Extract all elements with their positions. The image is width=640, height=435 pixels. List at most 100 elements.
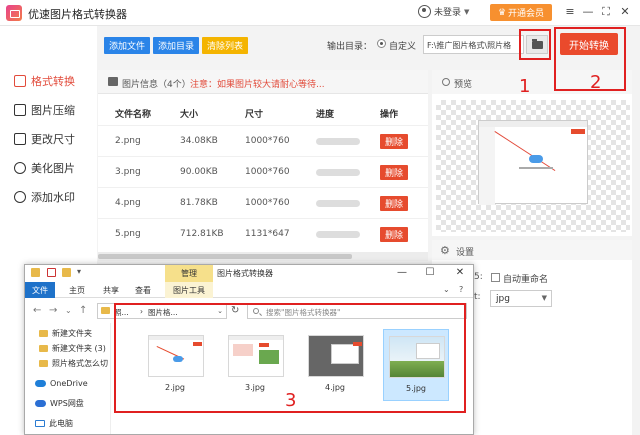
file-panel-notice: 注意：如果图片较大请耐心等待... bbox=[190, 80, 325, 90]
cell-size: 81.78KB bbox=[180, 198, 218, 208]
tab-file[interactable]: 文件 bbox=[25, 282, 55, 298]
output-format-select[interactable]: jpg ▼ bbox=[490, 290, 552, 307]
table-row[interactable]: 4.png 81.78KB 1000*760 删除 bbox=[98, 187, 428, 218]
nav-item-this-pc[interactable]: 此电脑 bbox=[35, 417, 73, 429]
cell-name: 5.png bbox=[115, 229, 141, 239]
explorer-ribbon: 文件 主页 共享 查看 图片工具 ⌄ ? bbox=[25, 282, 473, 298]
maximize-button[interactable]: ⛶ bbox=[598, 4, 614, 20]
progress-bar bbox=[316, 200, 360, 207]
preview-canvas bbox=[436, 100, 630, 232]
app-logo-icon bbox=[6, 5, 22, 21]
custom-dir-radio[interactable] bbox=[377, 39, 386, 48]
sidebar-item-format-convert[interactable]: 格式转换 bbox=[14, 73, 75, 89]
column-header-size: 大小 bbox=[180, 110, 199, 120]
cell-name: 2.png bbox=[115, 136, 141, 146]
tab-share[interactable]: 共享 bbox=[103, 285, 119, 296]
clear-list-button[interactable]: 清除列表 bbox=[202, 37, 248, 54]
nav-item-folder[interactable]: 新建文件夹 (3) bbox=[39, 342, 106, 354]
explorer-close-button[interactable]: ✕ bbox=[453, 266, 467, 280]
compress-icon bbox=[14, 104, 26, 116]
add-folder-button[interactable]: 添加目录 bbox=[153, 37, 199, 54]
nav-item-wps[interactable]: WPS网盘 bbox=[35, 397, 84, 409]
up-arrow-icon[interactable]: ↑ bbox=[79, 305, 87, 316]
cell-dims: 1000*760 bbox=[245, 136, 290, 146]
format-value: jpg bbox=[496, 294, 510, 304]
output-path-input[interactable]: F:\推广图片格式\照片格 bbox=[423, 35, 524, 54]
recent-dropdown-icon[interactable]: ⌄ bbox=[65, 306, 72, 315]
nav-item-folder[interactable]: 照片格式怎么切 bbox=[39, 357, 108, 369]
help-icon[interactable]: ? bbox=[459, 285, 463, 294]
settings-label: 设置 bbox=[456, 248, 475, 258]
tab-picture-tools[interactable]: 图片工具 bbox=[165, 282, 213, 298]
user-menu[interactable]: 未登录 ▼ bbox=[418, 5, 469, 18]
chevron-down-icon: ▼ bbox=[464, 7, 470, 16]
auto-rename-checkbox[interactable] bbox=[491, 273, 500, 282]
app-title-bar: 优速图片格式转换器 未登录 ▼ ♛ 开通会员 ≡ — ⛶ ✕ bbox=[0, 0, 640, 26]
table-row[interactable]: 2.png 34.08KB 1000*760 删除 bbox=[98, 125, 428, 156]
sidebar-item-label: 添加水印 bbox=[31, 191, 75, 204]
close-button[interactable]: ✕ bbox=[617, 4, 633, 20]
chevron-down-icon: ▼ bbox=[541, 294, 547, 302]
explorer-minimize-button[interactable]: — bbox=[395, 266, 409, 280]
delete-button[interactable]: 删除 bbox=[380, 227, 408, 242]
preview-panel: 预览 bbox=[432, 70, 632, 236]
settings-header: ⚙ 设置 bbox=[432, 240, 632, 260]
folder-icon bbox=[39, 329, 48, 337]
manage-tab[interactable]: 管理 bbox=[165, 265, 213, 282]
nav-item-onedrive[interactable]: OneDrive bbox=[35, 377, 88, 389]
explorer-maximize-button[interactable]: ☐ bbox=[423, 266, 437, 280]
progress-bar bbox=[316, 231, 360, 238]
preview-label: 预览 bbox=[454, 80, 473, 90]
horizontal-scrollbar[interactable] bbox=[98, 252, 428, 261]
annotation-number-3: 3 bbox=[285, 390, 297, 411]
new-folder-icon[interactable] bbox=[62, 268, 71, 277]
annotation-number-1: 1 bbox=[519, 76, 531, 97]
tab-home[interactable]: 主页 bbox=[69, 285, 85, 296]
delete-button[interactable]: 删除 bbox=[380, 196, 408, 211]
quick-access-dropdown-icon[interactable]: ▾ bbox=[77, 267, 81, 276]
sidebar-item-compress[interactable]: 图片压缩 bbox=[14, 102, 75, 118]
vip-icon: ♛ bbox=[497, 7, 507, 18]
nav-item-label: WPS网盘 bbox=[50, 398, 84, 408]
settings-option-label: 5: bbox=[474, 272, 483, 282]
nav-item-label: 此电脑 bbox=[49, 418, 73, 428]
vip-label: 开通会员 bbox=[508, 9, 545, 19]
wps-cloud-icon bbox=[35, 399, 46, 407]
tab-view[interactable]: 查看 bbox=[135, 285, 151, 296]
thumb-button bbox=[571, 129, 585, 134]
forward-arrow-icon[interactable]: → bbox=[49, 305, 57, 316]
cell-name: 3.png bbox=[115, 167, 141, 177]
user-icon bbox=[418, 5, 431, 18]
vip-button[interactable]: ♛ 开通会员 bbox=[490, 4, 552, 21]
thumb-text bbox=[519, 167, 553, 169]
scrollbar-thumb[interactable] bbox=[98, 254, 352, 259]
ribbon-expand-icon[interactable]: ⌄ bbox=[443, 285, 450, 294]
table-row[interactable]: 3.png 90.00KB 1000*760 删除 bbox=[98, 156, 428, 187]
minimize-button[interactable]: — bbox=[580, 4, 596, 20]
folder-icon bbox=[39, 359, 48, 367]
folder-icon bbox=[31, 268, 40, 277]
explorer-title: 图片格式转换器 bbox=[217, 269, 273, 278]
folder-icon bbox=[101, 307, 110, 314]
explorer-title-bar: ▾ 管理 图片格式转换器 — ☐ ✕ bbox=[25, 265, 473, 282]
nav-item-folder[interactable]: 新建文件夹 bbox=[39, 327, 92, 339]
back-arrow-icon[interactable]: ← bbox=[33, 305, 41, 316]
table-row[interactable]: 5.png 712.81KB 1131*647 删除 bbox=[98, 218, 428, 249]
sidebar-item-label: 更改尺寸 bbox=[31, 133, 75, 146]
menu-icon[interactable]: ≡ bbox=[562, 4, 578, 20]
sidebar-item-watermark[interactable]: 添加水印 bbox=[14, 189, 75, 205]
thumb-annotation-line bbox=[494, 131, 556, 172]
settings-format-label: t: bbox=[474, 292, 481, 302]
nav-item-label: 照片格式怎么切 bbox=[52, 358, 108, 368]
cell-dims: 1000*760 bbox=[245, 167, 290, 177]
properties-icon[interactable] bbox=[47, 268, 56, 277]
sidebar-item-beautify[interactable]: 美化图片 bbox=[14, 160, 75, 176]
cell-size: 712.81KB bbox=[180, 229, 224, 239]
sidebar-item-resize[interactable]: 更改尺寸 bbox=[14, 131, 75, 147]
delete-button[interactable]: 删除 bbox=[380, 165, 408, 180]
cloud-icon bbox=[529, 155, 543, 163]
add-file-button[interactable]: 添加文件 bbox=[104, 37, 150, 54]
nav-item-label: 新建文件夹 (3) bbox=[52, 343, 106, 353]
delete-button[interactable]: 删除 bbox=[380, 134, 408, 149]
sidebar-item-label: 图片压缩 bbox=[31, 104, 75, 117]
